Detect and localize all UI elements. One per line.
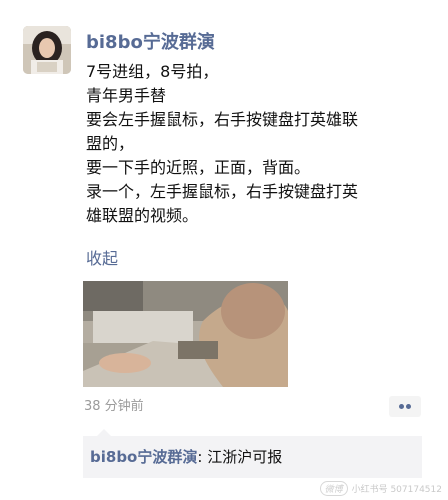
post-text-line: 雄联盟的视频。 <box>86 206 199 225</box>
avatar[interactable] <box>23 26 71 74</box>
comment-author[interactable]: bi8bo宁波群演 <box>90 448 197 466</box>
post-text-line: 7号进组，8号拍， <box>86 62 219 81</box>
comment-separator: : <box>197 448 208 466</box>
post-text-line: 要一下手的近照，正面，背面。 <box>86 158 311 177</box>
post-timestamp: 38 分钟前 <box>84 399 144 414</box>
post-text-line: 盟的， <box>86 134 135 153</box>
post-text-line: 要会左手握鼠标，右手按键盘打英雄联 <box>86 110 359 129</box>
watermark: 微博 小红书号 507174512 <box>319 481 442 496</box>
post-text-line: 青年男手替 <box>86 86 167 105</box>
post-author-name[interactable]: bi8bo宁波群演 <box>86 28 215 54</box>
comment-item[interactable]: bi8bo宁波群演: 江浙沪可报 <box>90 446 282 468</box>
dot-icon <box>406 404 411 409</box>
comment-text: 江浙沪可报 <box>207 448 283 466</box>
video-thumbnail[interactable] <box>83 281 288 387</box>
post-text-line: 录一个，左手握鼠标，右手按键盘打英 <box>86 182 359 201</box>
comment-area: bi8bo宁波群演: 江浙沪可报 <box>83 429 422 478</box>
collapse-link[interactable]: 收起 <box>86 247 118 271</box>
watermark-text: 小红书号 507174512 <box>351 485 442 495</box>
post-text: 7号进组，8号拍， 青年男手替 要会左手握鼠标，右手按键盘打英雄联 盟的， 要一… <box>86 60 416 228</box>
dot-icon <box>399 404 404 409</box>
more-options-button[interactable] <box>389 396 421 417</box>
watermark-logo: 微博 <box>319 481 348 496</box>
